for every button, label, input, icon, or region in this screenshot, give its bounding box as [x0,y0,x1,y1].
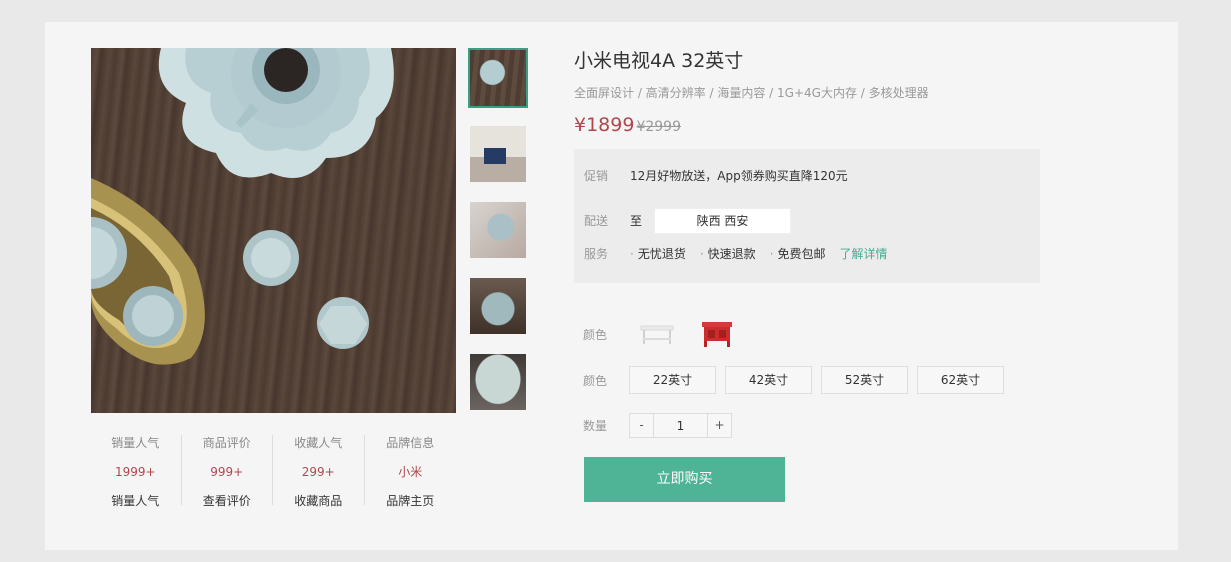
stat-reviews: 商品评价 999+ 查看评价 [182,435,273,508]
quantity-minus-button[interactable]: - [629,413,654,438]
details-link[interactable]: 了解详情 [840,246,888,262]
thumbnail-image [470,50,526,106]
promo-panel: 促销 12月好物放送，App领券购买直降120元 配送 至 陕西 西安 服务 ·… [574,149,1040,283]
product-main-image [91,48,456,413]
stat-value: 299+ [301,465,335,479]
bullet: · [699,247,704,261]
quantity-stepper: 数量 - + [583,413,732,438]
size-option-52[interactable]: 52英寸 [821,366,908,394]
promo-row: 促销 12月好物放送，App领券购买直降120元 [584,168,848,184]
size-option-22[interactable]: 22英寸 [629,366,716,394]
stat-heading: 品牌信息 [386,436,435,450]
product-subtitle: 全面屏设计 / 高清分辨率 / 海量内容 / 1G+4G大内存 / 多核处理器 [574,86,929,100]
red-stand-icon [702,322,732,347]
stat-link[interactable]: 销量人气 [90,493,181,509]
original-price: ¥2999 [636,119,681,135]
thumbnail-image [470,354,526,410]
thumbnail-image [470,278,526,334]
service-text: 免费包邮 [777,247,826,261]
product-stats: 销量人气 1999+ 销量人气 商品评价 999+ 查看评价 收藏人气 299+… [90,435,457,508]
thumbnail-image [470,202,526,258]
thumbnail-list [468,48,528,428]
thumbnail-3[interactable] [468,200,528,260]
product-card: 销量人气 1999+ 销量人气 商品评价 999+ 查看评价 收藏人气 299+… [45,22,1178,550]
size-label: 颜色 [583,373,608,388]
stat-value: 小米 [398,465,423,479]
stat-link[interactable]: 收藏商品 [273,493,364,509]
service-item: · 无忧退货 [630,246,686,262]
stat-sales: 销量人气 1999+ 销量人气 [90,435,182,508]
quantity-plus-button[interactable]: + [707,413,732,438]
product-title: 小米电视4A 32英寸 [574,50,744,72]
stat-favorites: 收藏人气 299+ 收藏商品 [273,435,365,508]
service-label: 服务 [584,247,609,261]
service-text: 快速退款 [707,247,756,261]
size-option-62[interactable]: 62英寸 [917,366,1004,394]
buy-now-button[interactable]: 立即购买 [584,457,785,502]
thumbnail-4[interactable] [468,276,528,336]
stat-heading: 商品评价 [202,436,251,450]
service-row: 服务 · 无忧退货 · 快速退款 · 免费包邮 了解详情 [584,246,888,262]
color-options: 颜色 [583,317,757,351]
thumbnail-5[interactable] [468,352,528,412]
quantity-input[interactable] [654,413,707,438]
service-item: · 免费包邮 [770,246,826,262]
delivery-label: 配送 [584,214,609,228]
product-price: ¥1899 ¥2999 [574,113,681,139]
promo-label: 促销 [584,169,609,183]
promo-text: 12月好物放送，App领券购买直降120元 [630,169,848,183]
delivery-row: 配送 至 陕西 西安 [584,208,792,234]
service-text: 无忧退货 [637,247,686,261]
delivery-address-select[interactable]: 陕西 西安 [654,208,792,234]
delivery-to: 至 [630,214,643,228]
thumbnail-2[interactable] [468,124,528,184]
service-item: · 快速退款 [700,246,756,262]
stat-link[interactable]: 品牌主页 [365,493,457,509]
stat-heading: 收藏人气 [294,436,343,450]
stat-heading: 销量人气 [111,436,160,450]
thumbnail-1[interactable] [468,48,528,108]
size-options: 颜色 22英寸 42英寸 52英寸 62英寸 [583,366,1013,394]
color-label: 颜色 [583,327,608,342]
stat-value: 1999+ [114,465,156,479]
stat-link[interactable]: 查看评价 [182,493,273,509]
bullet: · [769,247,774,261]
thumbnail-image [470,126,526,182]
quantity-label: 数量 [583,419,608,433]
current-price: ¥1899 [574,114,635,136]
white-stand-icon [640,325,674,344]
stat-brand: 品牌信息 小米 品牌主页 [365,435,457,508]
stat-value: 999+ [210,465,244,479]
color-option-red-stand[interactable] [697,317,737,351]
color-option-white-stand[interactable] [637,317,677,351]
size-option-42[interactable]: 42英寸 [725,366,812,394]
bullet: · [630,247,634,261]
